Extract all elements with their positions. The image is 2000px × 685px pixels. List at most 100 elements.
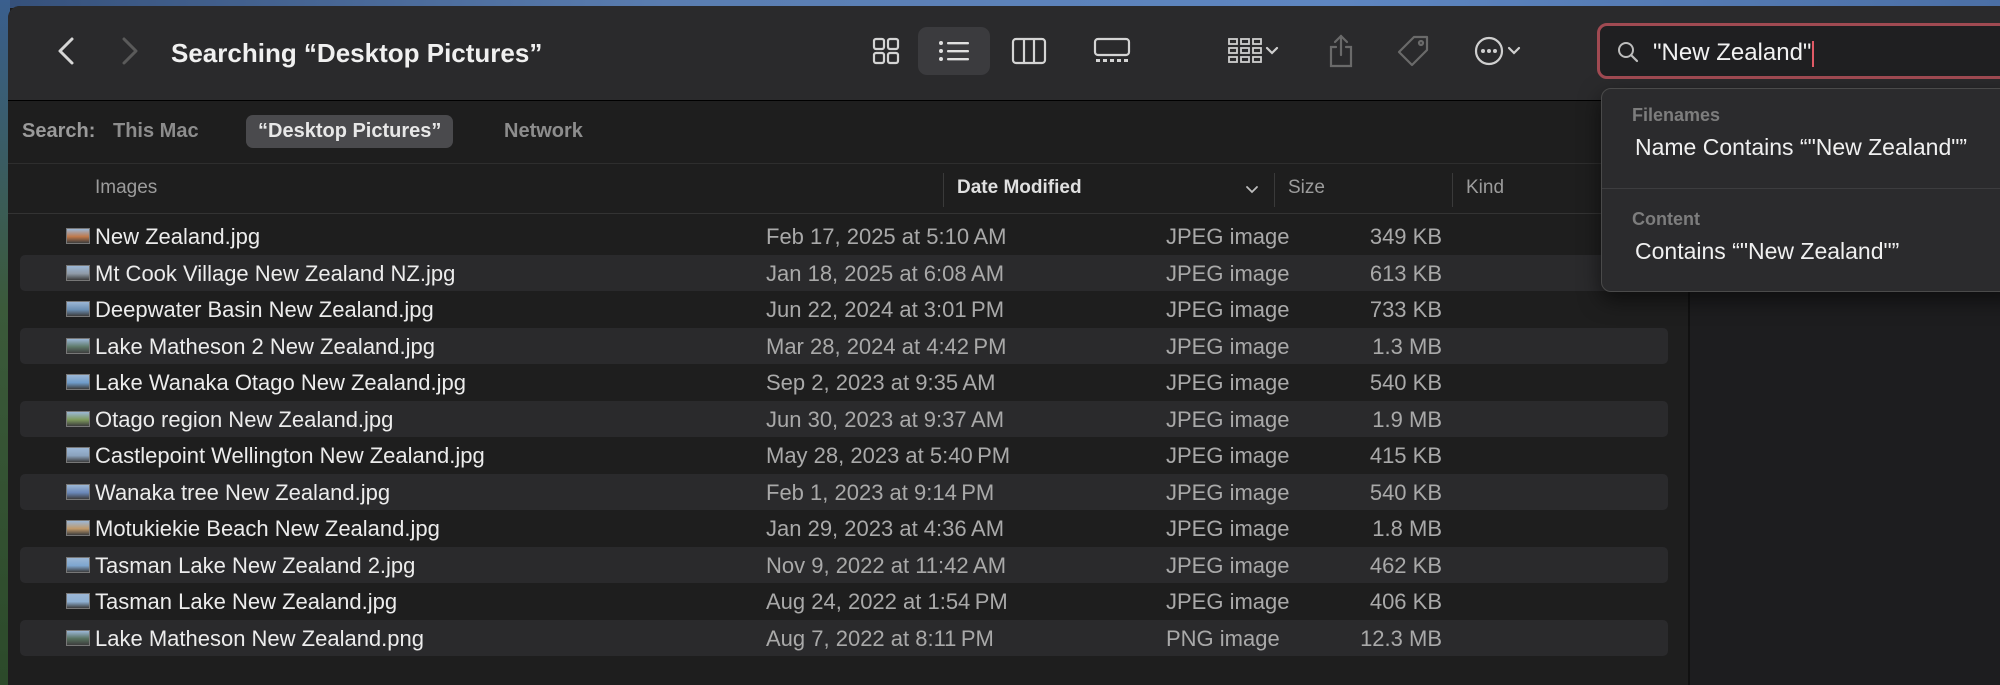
file-kind: JPEG image — [1166, 370, 1290, 395]
suggestion-section-filenames: Filenames — [1632, 105, 1721, 125]
file-kind: JPEG image — [1166, 479, 1290, 505]
file-name: Tasman Lake New Zealand.jpg — [95, 589, 398, 614]
image-thumbnail-icon — [66, 629, 90, 646]
file-name: Tasman Lake New Zealand 2.jpg — [95, 552, 416, 578]
search-icon — [1618, 42, 1639, 63]
image-thumbnail-icon — [66, 520, 90, 536]
file-size: 1.3 MB — [1372, 333, 1442, 359]
forward-button[interactable] — [108, 31, 148, 71]
share-button[interactable] — [1318, 27, 1364, 75]
file-name: Otago region New Zealand.jpg — [95, 406, 394, 432]
search-suggestions-menu: Filenames Name Contains “"New Zealand"” … — [1601, 88, 2000, 292]
file-kind: JPEG image — [1166, 552, 1290, 578]
suggestion-name-contains[interactable]: Name Contains “"New Zealand"” — [1635, 134, 1967, 161]
file-kind: JPEG image — [1166, 333, 1290, 359]
file-date-modified: Jan 29, 2023 at 4:36 AM — [766, 516, 1005, 541]
file-row[interactable]: Mt Cook Village New Zealand NZ.jpg Jan 18… — [20, 254, 1668, 291]
image-thumbnail-icon — [66, 337, 90, 354]
file-kind: JPEG image — [1166, 260, 1290, 286]
gallery-view-button[interactable] — [1084, 27, 1140, 75]
file-name: Mt Cook Village New Zealand NZ.jpg — [95, 260, 456, 286]
column-size[interactable]: Size — [1288, 177, 1325, 199]
more-actions-button[interactable] — [1460, 27, 1536, 75]
file-name: New Zealand.jpg — [95, 224, 261, 249]
file-name: Lake Wanaka Otago New Zealand.jpg — [95, 370, 466, 395]
window-title: Searching “Desktop Pictures” — [171, 38, 543, 68]
back-button[interactable] — [48, 31, 88, 71]
column-divider[interactable] — [1452, 173, 1453, 207]
text-caret — [1812, 40, 1815, 67]
search-scope-bar: Search: This Mac “Desktop Pictures” Netw… — [8, 101, 1688, 164]
menu-divider — [1602, 188, 2000, 189]
file-name: Motukiekie Beach New Zealand.jpg — [95, 516, 440, 541]
column-view-button[interactable] — [1004, 27, 1054, 75]
file-name: Deepwater Basin New Zealand.jpg — [95, 297, 434, 322]
file-row[interactable]: New Zealand.jpg Feb 17, 2025 at 5:10 AM 34… — [20, 218, 1668, 255]
file-date-modified: Aug 7, 2022 at 8:11 PM — [766, 625, 994, 651]
scope-network[interactable]: Network — [492, 115, 595, 148]
file-date-modified: May 28, 2023 at 5:40 PM — [766, 443, 1011, 468]
file-date-modified: Jun 22, 2024 at 3:01 PM — [766, 297, 1005, 322]
search-input[interactable]: "New Zealand" — [1653, 39, 1815, 67]
file-name: Castlepoint Wellington New Zealand.jpg — [95, 443, 485, 468]
file-name: Lake Matheson New Zealand.png — [95, 625, 424, 651]
column-divider[interactable] — [1274, 173, 1275, 207]
icon-view-button[interactable] — [861, 27, 911, 75]
column-kind[interactable]: Kind — [1466, 177, 1504, 199]
search-field[interactable]: "New Zealand" — [1597, 23, 2000, 79]
file-row[interactable]: Castlepoint Wellington New Zealand.jpg Ma… — [20, 437, 1668, 474]
file-row[interactable]: Tasman Lake New Zealand 2.jpg Nov 9, 2022… — [20, 546, 1668, 583]
file-kind: JPEG image — [1166, 443, 1290, 468]
chevron-down-icon — [1265, 46, 1279, 55]
grid-icon — [872, 37, 900, 65]
file-row[interactable]: Wanaka tree New Zealand.jpg Feb 1, 2023 a… — [20, 473, 1668, 510]
file-row[interactable]: Lake Matheson New Zealand.png Aug 7, 2022… — [20, 619, 1668, 656]
image-thumbnail-icon — [66, 228, 90, 244]
file-date-modified: Jun 30, 2023 at 9:37 AM — [766, 406, 1005, 432]
file-row[interactable]: Motukiekie Beach New Zealand.jpg Jan 29, … — [20, 510, 1668, 547]
file-row[interactable]: Lake Wanaka Otago New Zealand.jpg Sep 2, … — [20, 364, 1668, 401]
suggestion-section-content: Content — [1632, 209, 1700, 229]
file-size: 1.8 MB — [1372, 516, 1442, 541]
column-divider[interactable] — [943, 173, 944, 207]
suggestion-contains[interactable]: Contains “"New Zealand"” — [1635, 238, 1899, 265]
file-row[interactable]: Otago region New Zealand.jpg Jun 30, 2023… — [20, 400, 1668, 437]
column-date-modified[interactable]: Date Modified — [957, 177, 1082, 199]
file-size: 12.3 MB — [1360, 625, 1442, 651]
sort-chevron-icon — [1246, 186, 1258, 194]
file-size: 1.9 MB — [1372, 406, 1442, 432]
list-icon — [939, 41, 969, 61]
file-name: Lake Matheson 2 New Zealand.jpg — [95, 333, 435, 359]
column-header: Images Date Modified Size Kind — [8, 165, 1688, 214]
image-thumbnail-icon — [66, 483, 90, 500]
file-date-modified: Feb 1, 2023 at 9:14 PM — [766, 479, 995, 505]
scope-this-mac[interactable]: This Mac — [101, 115, 211, 148]
gallery-icon — [1093, 37, 1131, 62]
file-size: 613 KB — [1369, 260, 1442, 286]
group-button[interactable] — [1216, 27, 1292, 75]
list-view-button[interactable] — [918, 27, 990, 75]
file-row[interactable]: Deepwater Basin New Zealand.jpg Jun 22, 2… — [20, 291, 1668, 328]
file-kind: JPEG image — [1166, 406, 1290, 432]
file-row[interactable]: Tasman Lake New Zealand.jpg Aug 24, 2022 … — [20, 583, 1668, 620]
file-date-modified: Jan 18, 2025 at 6:08 AM — [766, 260, 1005, 286]
file-date-modified: Nov 9, 2022 at 11:42 AM — [766, 552, 1007, 578]
chevron-right-icon — [122, 37, 138, 65]
file-kind: PNG image — [1166, 625, 1280, 651]
file-kind: JPEG image — [1166, 224, 1290, 249]
columns-icon — [1011, 37, 1047, 65]
file-date-modified: Feb 17, 2025 at 5:10 AM — [766, 224, 1007, 249]
column-name[interactable]: Images — [95, 177, 157, 199]
image-thumbnail-icon — [66, 264, 90, 281]
chevron-down-icon — [1507, 46, 1521, 55]
file-date-modified: Sep 2, 2023 at 9:35 AM — [766, 370, 996, 395]
file-row[interactable]: Lake Matheson 2 New Zealand.jpg Mar 28, 2… — [20, 327, 1668, 364]
image-thumbnail-icon — [66, 301, 90, 317]
ellipsis-circle-icon — [1474, 36, 1504, 66]
file-list: New Zealand.jpg Feb 17, 2025 at 5:10 AM 34… — [8, 218, 1688, 656]
scope-desktop-pictures[interactable]: “Desktop Pictures” — [246, 115, 454, 148]
file-kind: JPEG image — [1166, 589, 1290, 614]
tag-button[interactable] — [1390, 27, 1436, 75]
file-date-modified: Aug 24, 2022 at 1:54 PM — [766, 589, 1008, 614]
image-thumbnail-icon — [66, 556, 90, 573]
